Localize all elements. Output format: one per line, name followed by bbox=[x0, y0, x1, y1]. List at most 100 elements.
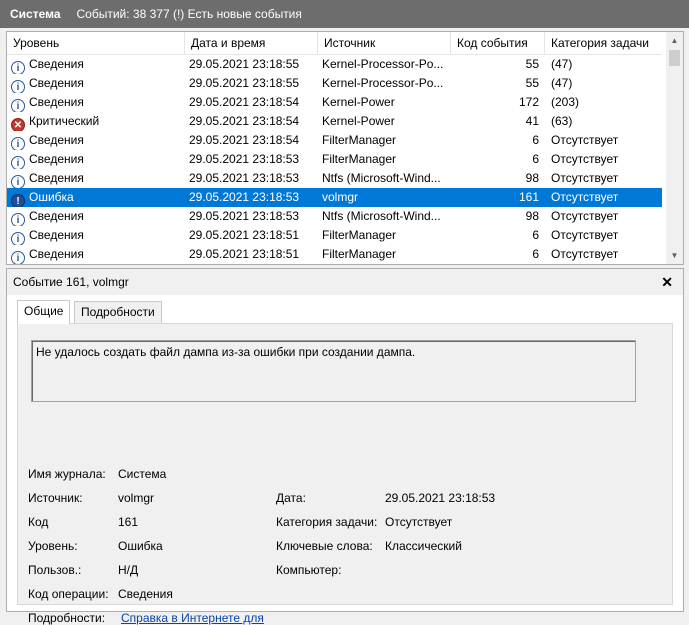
category-cell: (47) bbox=[551, 57, 573, 71]
date-cell: 29.05.2021 23:18:53 bbox=[189, 171, 300, 185]
level-value: Ошибка bbox=[118, 539, 163, 553]
scroll-thumb[interactable] bbox=[669, 50, 680, 66]
col-date[interactable]: Дата и время bbox=[185, 32, 318, 54]
level-cell: ✕ Критический bbox=[11, 112, 185, 131]
col-event-id[interactable]: Код события bbox=[451, 32, 545, 54]
code-value: 161 bbox=[118, 515, 139, 529]
col-level[interactable]: Уровень bbox=[7, 32, 185, 54]
event-id-cell: 6 bbox=[532, 228, 539, 242]
scroll-up-icon[interactable]: ▲ bbox=[666, 32, 683, 49]
level-cell: i Сведения bbox=[11, 245, 185, 264]
events-list[interactable]: Уровень Дата и время Источник Код событи… bbox=[6, 31, 684, 265]
event-row[interactable]: i Сведения 29.05.2021 23:18:55 Kernel-Proce… bbox=[7, 74, 662, 93]
info-icon: i bbox=[11, 80, 25, 93]
detail-header: Событие 161, volmgr ✕ bbox=[7, 269, 683, 295]
close-icon[interactable]: ✕ bbox=[661, 269, 673, 295]
source-cell: FilterManager bbox=[322, 133, 397, 147]
col-source[interactable]: Источник bbox=[318, 32, 451, 54]
event-row[interactable]: ! Ошибка 29.05.2021 23:18:53 volmgr 161 Отсут… bbox=[7, 188, 662, 207]
event-row[interactable]: i Сведения 29.05.2021 23:18:51 FilterManage… bbox=[7, 245, 662, 264]
level-cell: i Сведения bbox=[11, 55, 185, 74]
category-cell: Отсутствует bbox=[551, 133, 619, 147]
level-cell: ! Ошибка bbox=[11, 188, 185, 207]
date-label: Дата: bbox=[276, 491, 306, 505]
opcode-label: Код операции: bbox=[28, 587, 109, 601]
level-text: Сведения bbox=[29, 247, 84, 261]
event-id-cell: 41 bbox=[525, 114, 539, 128]
tab-general-body: Не удалось создать файл дампа из-за ошиб… bbox=[17, 323, 673, 625]
keywords-value: Классический bbox=[385, 539, 462, 553]
code-label: Код bbox=[28, 515, 49, 529]
event-row[interactable]: i Сведения 29.05.2021 23:18:54 Kernel-Power… bbox=[7, 93, 662, 112]
level-cell: i Сведения bbox=[11, 207, 185, 226]
event-row[interactable]: i Сведения 29.05.2021 23:18:53 Ntfs (Micros… bbox=[7, 169, 662, 188]
date-cell: 29.05.2021 23:18:53 bbox=[189, 190, 300, 204]
level-cell: i Сведения bbox=[11, 93, 185, 112]
category-cell: Отсутствует bbox=[551, 152, 619, 166]
category-cell: Отсутствует bbox=[551, 209, 619, 223]
event-id-cell: 98 bbox=[525, 171, 539, 185]
source-label: Источник: bbox=[28, 491, 83, 505]
error-icon: ! bbox=[11, 194, 25, 207]
event-row[interactable]: ✕ Критический 29.05.2021 23:18:54 Kernel-Po… bbox=[7, 112, 662, 131]
source-cell: FilterManager bbox=[322, 247, 397, 261]
source-cell: volmgr bbox=[322, 190, 359, 204]
event-message[interactable]: Не удалось создать файл дампа из-за ошиб… bbox=[31, 340, 636, 402]
category-cell: Отсутствует bbox=[551, 190, 619, 204]
info-icon: i bbox=[11, 99, 25, 112]
event-row[interactable]: i Сведения 29.05.2021 23:18:54 FilterManage… bbox=[7, 131, 662, 150]
event-id-cell: 161 bbox=[518, 190, 539, 204]
info-icon: i bbox=[11, 232, 25, 245]
log-name-label: Имя журнала: bbox=[28, 467, 106, 481]
level-text: Сведения bbox=[29, 171, 84, 185]
category-cell: (63) bbox=[551, 114, 573, 128]
event-row[interactable]: i Сведения 29.05.2021 23:18:51 FilterManage… bbox=[7, 226, 662, 245]
tab-general[interactable]: Общие bbox=[17, 300, 71, 324]
log-title: Система bbox=[10, 7, 61, 21]
level-text: Сведения bbox=[29, 133, 84, 147]
date-cell: 29.05.2021 23:18:51 bbox=[189, 228, 300, 242]
date-cell: 29.05.2021 23:18:53 bbox=[189, 152, 300, 166]
event-id-cell: 6 bbox=[532, 133, 539, 147]
info-icon: i bbox=[11, 61, 25, 74]
col-category[interactable]: Категория задачи bbox=[545, 32, 662, 54]
event-row[interactable]: i Сведения 29.05.2021 23:18:53 FilterManage… bbox=[7, 150, 662, 169]
level-cell: i Сведения bbox=[11, 169, 185, 188]
event-row[interactable]: i Сведения 29.05.2021 23:18:53 Ntfs (Micros… bbox=[7, 207, 662, 226]
date-cell: 29.05.2021 23:18:54 bbox=[189, 133, 300, 147]
level-text: Сведения bbox=[29, 152, 84, 166]
date-cell: 29.05.2021 23:18:55 bbox=[189, 76, 300, 90]
level-text: Сведения bbox=[29, 228, 84, 242]
events-count: Событий: 38 377 (!) Есть новые события bbox=[76, 7, 302, 21]
user-label: Пользов.: bbox=[28, 563, 82, 577]
title-bar: Система Событий: 38 377 (!) Есть новые с… bbox=[0, 0, 689, 28]
source-value: volmgr bbox=[118, 491, 155, 505]
source-cell: Kernel-Power bbox=[322, 95, 395, 109]
date-cell: 29.05.2021 23:18:55 bbox=[189, 57, 300, 71]
event-id-cell: 55 bbox=[525, 57, 539, 71]
category-cell: Отсутствует bbox=[551, 228, 619, 242]
date-value: 29.05.2021 23:18:53 bbox=[385, 491, 496, 505]
event-id-cell: 172 bbox=[518, 95, 539, 109]
computer-label: Компьютер: bbox=[276, 563, 342, 577]
critical-icon: ✕ bbox=[11, 118, 25, 131]
level-cell: i Сведения bbox=[11, 74, 185, 93]
keywords-label: Ключевые слова: bbox=[276, 539, 373, 553]
date-cell: 29.05.2021 23:18:54 bbox=[189, 95, 300, 109]
user-value: Н/Д bbox=[118, 563, 139, 577]
event-id-cell: 55 bbox=[525, 76, 539, 90]
event-row[interactable]: i Сведения 29.05.2021 23:18:55 Kernel-Proce… bbox=[7, 55, 662, 74]
source-cell: FilterManager bbox=[322, 152, 397, 166]
category-cell: (47) bbox=[551, 76, 573, 90]
level-cell: i Сведения bbox=[11, 150, 185, 169]
source-cell: FilterManager bbox=[322, 228, 397, 242]
date-cell: 29.05.2021 23:18:54 bbox=[189, 114, 300, 128]
vertical-scrollbar[interactable]: ▲ ▼ bbox=[666, 32, 683, 264]
level-text: Сведения bbox=[29, 57, 84, 71]
level-cell: i Сведения bbox=[11, 131, 185, 150]
source-cell: Kernel-Processor-Po... bbox=[322, 57, 444, 71]
tab-details[interactable]: Подробности bbox=[74, 301, 162, 323]
scroll-down-icon[interactable]: ▼ bbox=[666, 247, 683, 264]
category-cell: (203) bbox=[551, 95, 580, 109]
info-icon: i bbox=[11, 251, 25, 264]
